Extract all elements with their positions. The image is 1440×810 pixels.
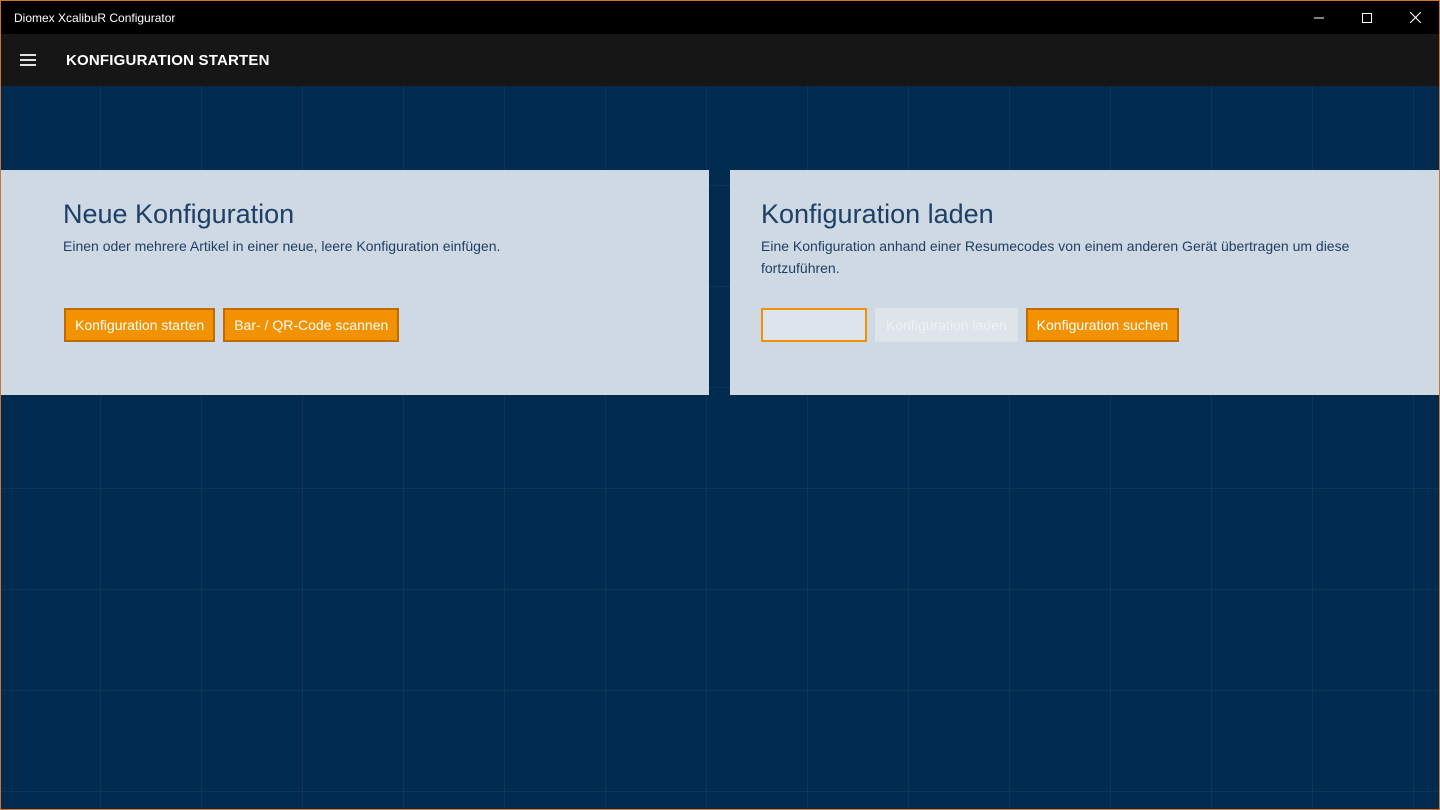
new-configuration-title: Neue Konfiguration	[63, 199, 295, 229]
hamburger-menu-icon	[20, 54, 36, 66]
minimize-icon	[1314, 17, 1324, 18]
scan-code-button[interactable]: Bar- / QR-Code scannen	[223, 308, 400, 342]
load-configuration-actions: Konfiguration laden Konfiguration suchen	[761, 308, 1180, 342]
load-configuration-button[interactable]: Konfiguration laden	[875, 308, 1018, 342]
resume-code-input[interactable]	[761, 308, 867, 342]
start-configuration-button[interactable]: Konfiguration starten	[64, 308, 216, 342]
close-button[interactable]	[1391, 1, 1439, 34]
window-title: Diomex XcalibuR Configurator	[14, 10, 176, 25]
minimize-button[interactable]	[1295, 1, 1343, 34]
app-window: Diomex XcalibuR Configurator KONFIGURATI…	[0, 0, 1440, 810]
main-content: Neue Konfiguration Einen oder mehrere Ar…	[1, 86, 1439, 809]
new-configuration-panel: Neue Konfiguration Einen oder mehrere Ar…	[1, 170, 709, 395]
load-configuration-panel: Konfiguration laden Eine Konfiguration a…	[730, 170, 1439, 395]
menu-button[interactable]	[1, 34, 55, 86]
search-configuration-button[interactable]: Konfiguration suchen	[1025, 308, 1180, 342]
maximize-button[interactable]	[1343, 1, 1391, 34]
app-bar: KONFIGURATION STARTEN	[1, 34, 1439, 86]
maximize-icon	[1362, 12, 1372, 23]
page-title: KONFIGURATION STARTEN	[66, 51, 270, 69]
close-icon	[1409, 12, 1421, 23]
load-configuration-description: Eine Konfiguration anhand einer Resumeco…	[761, 238, 1350, 276]
load-configuration-title: Konfiguration laden	[761, 199, 994, 229]
new-configuration-actions: Konfiguration starten Bar- / QR-Code sca…	[64, 308, 400, 342]
title-bar[interactable]: Diomex XcalibuR Configurator	[1, 1, 1439, 34]
new-configuration-description: Einen oder mehrere Artikel in einer neue…	[63, 238, 501, 254]
window-controls	[1295, 1, 1439, 34]
